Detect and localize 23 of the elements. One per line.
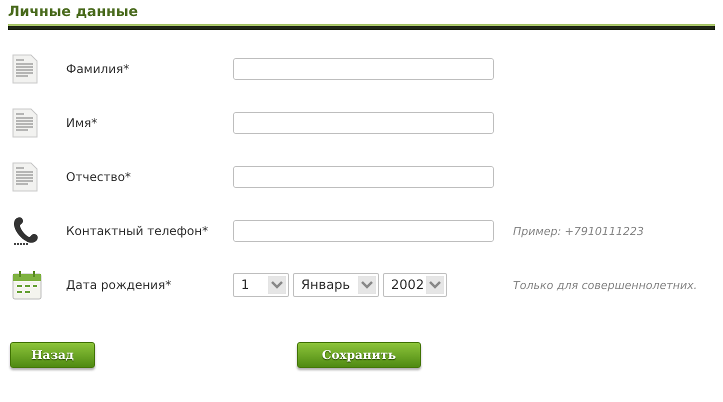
- dropdown[interactable]: Январь: [293, 273, 379, 297]
- input-field[interactable]: [233, 112, 494, 134]
- input-field[interactable]: [233, 166, 494, 188]
- field-label: Фамилия*: [66, 62, 130, 76]
- input-field[interactable]: [233, 58, 494, 80]
- field-label: Имя*: [66, 116, 98, 130]
- hint-text: Пример: +7910111223: [513, 224, 644, 238]
- document-icon: [12, 162, 38, 192]
- caret-icon: [268, 276, 286, 294]
- phone-icon: [12, 216, 40, 246]
- document-icon: [12, 54, 38, 84]
- dropdown[interactable]: 2002: [383, 273, 447, 297]
- field-label: Отчество*: [66, 170, 132, 184]
- section-title: Личные данные: [8, 3, 140, 22]
- field-label: Дата рождения*: [66, 278, 172, 292]
- caret-icon: [426, 276, 444, 294]
- field-label: Контактный телефон*: [66, 224, 210, 238]
- calendar-icon: [12, 270, 42, 300]
- input-field[interactable]: [233, 220, 494, 242]
- dropdown[interactable]: 1: [233, 273, 289, 297]
- caret-icon: [358, 276, 376, 294]
- hint-text: Только для совершеннолетних.: [513, 278, 698, 292]
- document-icon: [12, 108, 38, 138]
